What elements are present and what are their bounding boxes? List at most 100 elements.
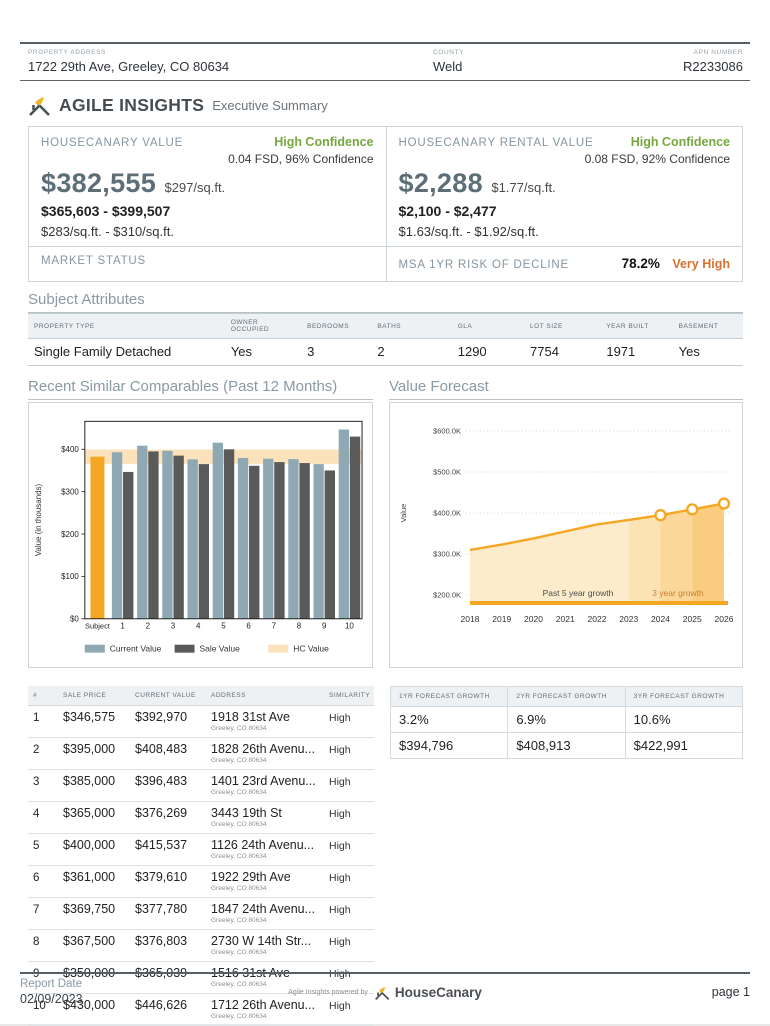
rental-sqft-range: $1.63/sq.ft. - $1.92/sq.ft. <box>399 224 731 239</box>
comp-address: 1401 23rd Avenu...Greeley, CO 80634 <box>206 770 324 802</box>
comp-address: 1126 24th Avenu...Greeley, CO 80634 <box>206 834 324 866</box>
value-sqft-range: $283/sq.ft. - $310/sq.ft. <box>41 224 374 239</box>
attr-header: OWNER OCCUPIED <box>225 314 301 339</box>
comps-table-row: 6$361,000$379,6101922 29th AveGreeley, C… <box>28 866 374 898</box>
attr-header: YEAR BUILT <box>600 314 672 339</box>
attr-header: BEDROOMS <box>301 314 371 339</box>
subject-attributes-table: PROPERTY TYPE OWNER OCCUPIED BEDROOMS BA… <box>28 313 743 366</box>
comp-similarity: High <box>324 898 374 930</box>
forecast-growth-table: 1YR FORECAST GROWTH 2YR FORECAST GROWTH … <box>390 686 743 759</box>
svg-text:$300: $300 <box>61 487 79 496</box>
value-forecast-chart: $200.0K$300.0K$400.0K$500.0K$600.0KPast … <box>389 402 743 668</box>
comparables-section-title: Recent Similar Comparables (Past 12 Mont… <box>28 378 373 400</box>
property-info-header: PROPERTY ADDRESS 1722 29th Ave, Greeley,… <box>28 44 743 80</box>
property-address-label: PROPERTY ADDRESS <box>28 49 433 56</box>
svg-text:$300.0K: $300.0K <box>433 550 461 559</box>
powered-by-text: Agile Insights powered by <box>288 989 368 996</box>
comp-address-sub: Greeley, CO 80634 <box>211 757 319 764</box>
comp-num: 7 <box>28 898 58 930</box>
comp-sale-price: $346,575 <box>58 706 130 738</box>
comp-address: 1828 26th Avenu...Greeley, CO 80634 <box>206 738 324 770</box>
comps-table-row: 2$395,000$408,4831828 26th Avenu...Greel… <box>28 738 374 770</box>
svg-text:$600.0K: $600.0K <box>433 427 461 436</box>
svg-text:2019: 2019 <box>492 614 511 624</box>
svg-text:2024: 2024 <box>651 614 670 624</box>
comp-sale-price: $365,000 <box>58 802 130 834</box>
svg-text:HC Value: HC Value <box>293 644 329 654</box>
comp-address-sub: Greeley, CO 80634 <box>211 821 319 828</box>
comps-header-address: ADDRESS <box>206 686 324 706</box>
comp-address-sub: Greeley, CO 80634 <box>211 1013 319 1020</box>
comp-similarity: High <box>324 706 374 738</box>
comp-num: 4 <box>28 802 58 834</box>
svg-text:Value (in thousands): Value (in thousands) <box>34 483 43 556</box>
svg-text:9: 9 <box>322 622 327 631</box>
market-status-label: MARKET STATUS <box>41 255 146 267</box>
comp-similarity: High <box>324 930 374 962</box>
comp-num: 6 <box>28 866 58 898</box>
comp-num: 1 <box>28 706 58 738</box>
comp-address: 3443 19th StGreeley, CO 80634 <box>206 802 324 834</box>
comp-similarity: High <box>324 866 374 898</box>
attr-value: Yes <box>225 339 301 366</box>
svg-text:$500.0K: $500.0K <box>433 468 461 477</box>
comp-sale-price: $361,000 <box>58 866 130 898</box>
comp-address-sub: Greeley, CO 80634 <box>211 725 319 732</box>
property-address-value: 1722 29th Ave, Greeley, CO 80634 <box>28 59 433 74</box>
brand-header: AGILE INSIGHTS Executive Summary <box>28 94 743 116</box>
risk-level-badge: Very High <box>672 257 730 271</box>
forecast-growth-1yr: 3.2% <box>391 707 508 733</box>
svg-text:Value: Value <box>399 504 408 523</box>
county-label: COUNTY <box>433 49 673 56</box>
report-date-value: 02/09/2023 <box>20 992 240 1006</box>
svg-text:2020: 2020 <box>524 614 543 624</box>
rental-fsd-detail: 0.08 FSD, 92% Confidence <box>399 152 731 166</box>
comps-table-row: 7$369,750$377,7801847 24th Avenu...Greel… <box>28 898 374 930</box>
canary-house-icon <box>28 94 52 116</box>
svg-text:2018: 2018 <box>461 614 480 624</box>
value-panel: HOUSECANARY VALUE High Confidence 0.04 F… <box>29 127 386 246</box>
attr-header: LOT SIZE <box>524 314 600 339</box>
risk-cell: MSA 1YR RISK OF DECLINE 78.2% Very High <box>386 247 743 281</box>
attr-value: 3 <box>301 339 371 366</box>
risk-value: 78.2% <box>622 256 660 271</box>
risk-label: MSA 1YR RISK OF DECLINE <box>399 259 570 271</box>
svg-text:3 year growth: 3 year growth <box>652 588 704 598</box>
value-amount: $382,555 <box>41 168 156 198</box>
market-status-cell: MARKET STATUS <box>29 247 386 281</box>
comp-num: 8 <box>28 930 58 962</box>
attr-value: Single Family Detached <box>28 339 225 366</box>
comp-num: 2 <box>28 738 58 770</box>
comps-table-row: 8$367,500$376,8032730 W 14th Str...Greel… <box>28 930 374 962</box>
report-page: PROPERTY ADDRESS 1722 29th Ave, Greeley,… <box>0 0 770 1024</box>
value-fsd-detail: 0.04 FSD, 96% Confidence <box>41 152 374 166</box>
subject-attributes-title: Subject Attributes <box>28 291 743 313</box>
forecast-growth-2yr: 6.9% <box>508 707 625 733</box>
rental-panel-title: HOUSECANARY RENTAL VALUE <box>399 137 594 149</box>
svg-text:$0: $0 <box>70 615 79 624</box>
comps-table-row: 5$400,000$415,5371126 24th Avenu...Greel… <box>28 834 374 866</box>
brand-title: AGILE INSIGHTS <box>59 95 204 116</box>
value-confidence-badge: High Confidence <box>274 135 373 149</box>
rental-range: $2,100 - $2,477 <box>399 203 731 219</box>
svg-text:$200.0K: $200.0K <box>433 591 461 600</box>
comp-num: 3 <box>28 770 58 802</box>
forecast-growth-row: 3.2% 6.9% 10.6% <box>391 707 743 733</box>
comp-address-sub: Greeley, CO 80634 <box>211 789 319 796</box>
attr-row: Single Family Detached Yes 3 2 1290 7754… <box>28 339 743 366</box>
comp-sale-price: $385,000 <box>58 770 130 802</box>
svg-text:$400.0K: $400.0K <box>433 509 461 518</box>
attr-value: 2 <box>371 339 451 366</box>
comp-sale-price: $369,750 <box>58 898 130 930</box>
svg-text:8: 8 <box>297 622 302 631</box>
valuation-panels: HOUSECANARY VALUE High Confidence 0.04 F… <box>28 126 743 282</box>
forecast-value-2yr: $408,913 <box>508 733 625 759</box>
footer-rule <box>20 972 750 974</box>
attr-header: GLA <box>452 314 524 339</box>
svg-text:2023: 2023 <box>619 614 638 624</box>
attr-value: Yes <box>673 339 743 366</box>
page-footer: Report Date 02/09/2023 Agile Insights po… <box>20 972 750 1006</box>
forecast-value-3yr: $422,991 <box>625 733 742 759</box>
comp-sale-price: $395,000 <box>58 738 130 770</box>
attr-value: 1290 <box>452 339 524 366</box>
